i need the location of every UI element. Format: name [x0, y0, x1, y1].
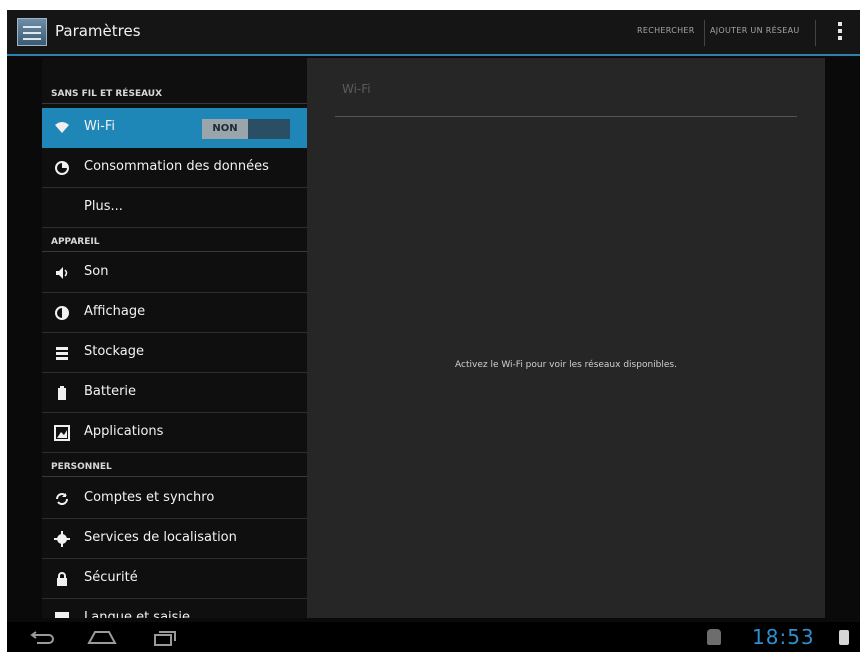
- sidebar-item-label: Batterie: [84, 384, 137, 399]
- storage-icon: [54, 345, 70, 361]
- sidebar-item-applications[interactable]: Applications: [42, 413, 307, 453]
- sidebar-item-label: Langue et saisie: [84, 610, 191, 618]
- detail-title: Wi-Fi: [342, 82, 371, 96]
- applications-icon: [54, 425, 70, 441]
- sound-icon: [54, 265, 70, 281]
- action-separator: [704, 20, 705, 46]
- settings-app-icon[interactable]: [17, 18, 47, 46]
- language-icon: [54, 611, 70, 618]
- battery-icon: [54, 385, 70, 401]
- sidebar-item-label: Wi-Fi: [84, 119, 116, 134]
- sidebar-item-label: Son: [84, 264, 109, 279]
- wifi-icon: [54, 120, 70, 136]
- system-bar: 18:53: [7, 622, 860, 652]
- data-usage-icon: [54, 160, 70, 176]
- sidebar-item-label: Comptes et synchro: [84, 490, 215, 505]
- sidebar-item-more[interactable]: Plus...: [42, 188, 307, 228]
- wifi-detail-pane: Wi-Fi Activez le Wi-Fi pour voir les rés…: [307, 58, 825, 618]
- tablet-screen: Paramètres RECHERCHER AJOUTER UN RÉSEAU …: [7, 10, 860, 652]
- location-icon: [54, 531, 70, 547]
- settings-sidebar: SANS FIL ET RÉSEAUX Wi-Fi NON Consommati…: [42, 58, 307, 618]
- clock: 18:53: [752, 625, 815, 649]
- android-debug-icon: [707, 629, 721, 645]
- lock-icon: [54, 571, 70, 587]
- sidebar-item-label: Stockage: [84, 344, 144, 359]
- sidebar-item-wifi[interactable]: Wi-Fi NON: [42, 108, 307, 148]
- sidebar-item-security[interactable]: Sécurité: [42, 559, 307, 599]
- back-icon[interactable]: [29, 629, 55, 648]
- recent-apps-icon[interactable]: [153, 629, 177, 650]
- wifi-off-message: Activez le Wi-Fi pour voir les réseaux d…: [455, 360, 677, 370]
- sidebar-item-battery[interactable]: Batterie: [42, 373, 307, 413]
- wifi-toggle[interactable]: NON: [202, 119, 290, 139]
- sidebar-item-label: Sécurité: [84, 570, 138, 585]
- sidebar-item-display[interactable]: Affichage: [42, 293, 307, 333]
- sync-icon: [54, 491, 70, 507]
- sidebar-item-data-usage[interactable]: Consommation des données: [42, 148, 307, 188]
- sidebar-item-language[interactable]: Langue et saisie: [42, 599, 307, 618]
- section-header-device: APPAREIL: [42, 230, 307, 252]
- section-header-wireless: SANS FIL ET RÉSEAUX: [42, 82, 307, 104]
- sidebar-item-label: Plus...: [84, 199, 123, 214]
- display-icon: [54, 305, 70, 321]
- wifi-toggle-state: NON: [202, 119, 248, 139]
- overflow-menu-icon[interactable]: [838, 22, 842, 42]
- add-network-button[interactable]: AJOUTER UN RÉSEAU: [710, 26, 800, 35]
- sidebar-item-sound[interactable]: Son: [42, 253, 307, 293]
- action-separator: [815, 20, 816, 46]
- sidebar-item-label: Consommation des données: [84, 159, 269, 174]
- user-icon: [839, 630, 849, 645]
- sidebar-item-label: Services de localisation: [84, 530, 237, 545]
- home-icon[interactable]: [87, 629, 117, 648]
- search-button[interactable]: RECHERCHER: [637, 26, 695, 35]
- sidebar-item-storage[interactable]: Stockage: [42, 333, 307, 373]
- sidebar-item-label: Affichage: [84, 304, 146, 319]
- app-title: Paramètres: [55, 22, 141, 40]
- detail-divider: [335, 116, 797, 117]
- section-header-personal: PERSONNEL: [42, 455, 307, 477]
- sidebar-item-accounts-sync[interactable]: Comptes et synchro: [42, 479, 307, 519]
- action-bar: Paramètres RECHERCHER AJOUTER UN RÉSEAU: [7, 10, 860, 56]
- sidebar-item-location[interactable]: Services de localisation: [42, 519, 307, 559]
- sidebar-item-label: Applications: [84, 424, 164, 439]
